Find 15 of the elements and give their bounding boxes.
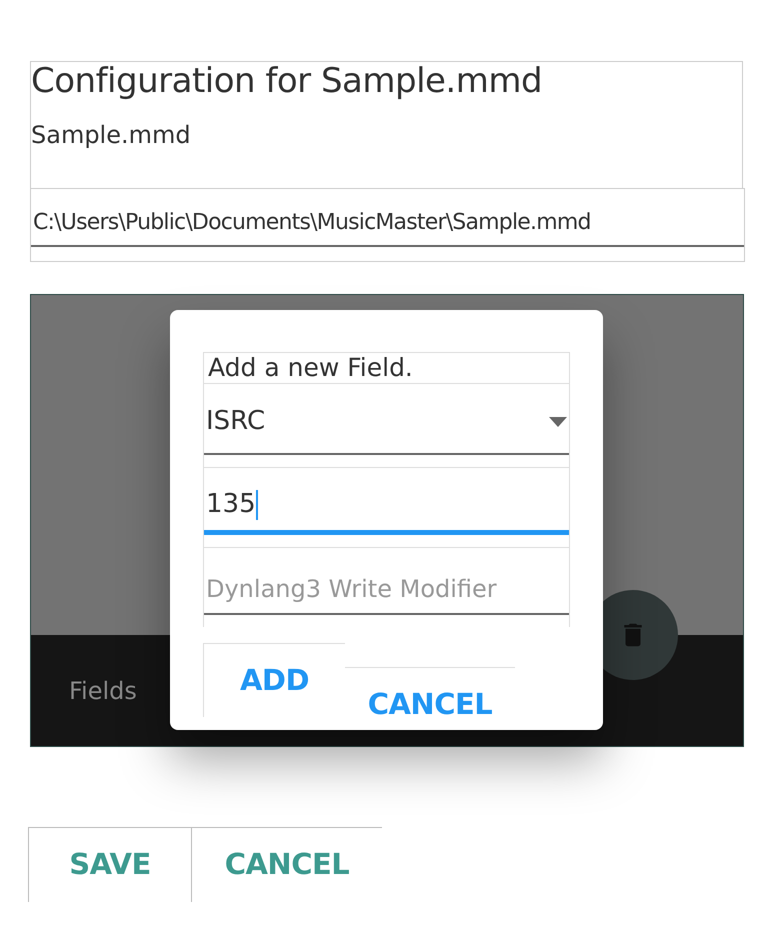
path-field[interactable]: C:\Users\Public\Documents\MusicMaster\Sample.mmd [30, 188, 745, 262]
file-name: Sample.mmd [31, 120, 192, 150]
page-title: Configuration for Sample.mmd [31, 62, 544, 100]
caret-icon [549, 416, 567, 426]
dropdown-value: ISRC [206, 405, 266, 438]
input-value: 135 [206, 488, 256, 521]
field-placeholder: Dynlang3 Write Modifier [206, 574, 497, 605]
cancel-button[interactable]: CANCEL [191, 828, 382, 902]
fields-label: Fields [69, 676, 137, 706]
text-cursor [256, 490, 258, 520]
save-button[interactable]: SAVE [28, 828, 191, 902]
dialog-prompt: Add a new Field. [203, 352, 570, 383]
cancel-button[interactable]: CANCEL [345, 667, 515, 741]
add-button[interactable]: ADD [203, 643, 345, 717]
path-text: C:\Users\Public\Documents\MusicMaster\Sample.mmd [33, 210, 591, 235]
